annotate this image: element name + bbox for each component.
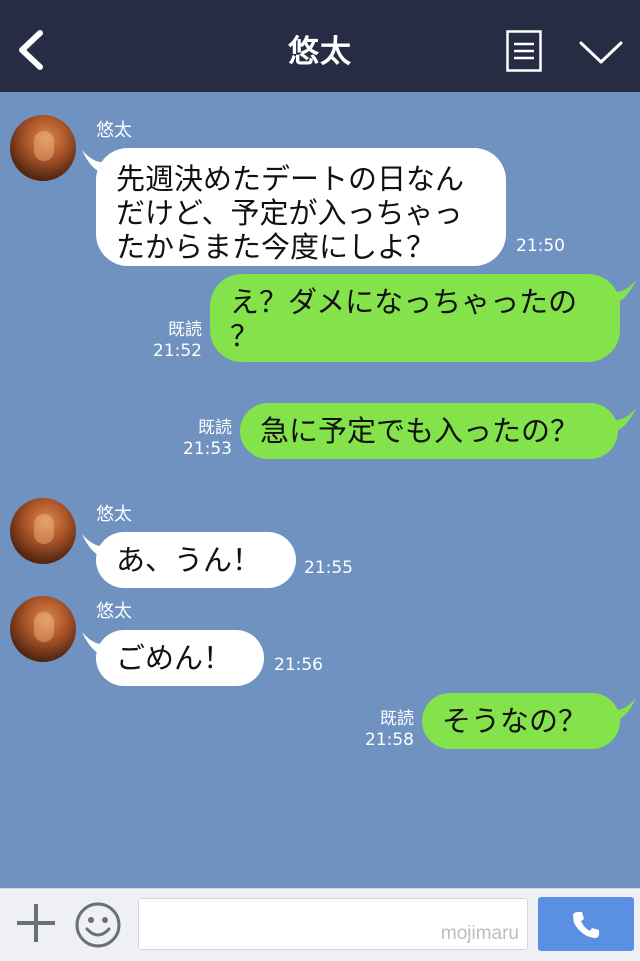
message-time: 21:53 bbox=[183, 439, 232, 459]
chat-header: 悠太 bbox=[0, 0, 640, 92]
sender-name: 悠太 bbox=[96, 504, 132, 525]
message-time: 21:56 bbox=[274, 655, 323, 675]
bubble-tail bbox=[612, 698, 636, 722]
chat-title: 悠太 bbox=[288, 34, 352, 70]
sender-name: 悠太 bbox=[96, 601, 132, 622]
message-time: 21:52 bbox=[153, 341, 202, 361]
list-icon[interactable] bbox=[506, 30, 542, 72]
message-bubble[interactable]: ごめん！ bbox=[96, 630, 264, 686]
read-receipt: 既読 bbox=[168, 320, 202, 340]
plus-icon[interactable] bbox=[14, 901, 58, 945]
avatar[interactable] bbox=[10, 596, 76, 662]
message-bubble[interactable]: 先週決めたデートの日なん だけど、予定が入っちゃっ たからまた今度にしよ？ bbox=[96, 148, 506, 266]
message-bubble[interactable]: そうなの？ bbox=[422, 693, 620, 749]
phone-icon bbox=[573, 912, 599, 938]
bubble-tail bbox=[612, 280, 636, 304]
avatar[interactable] bbox=[10, 498, 76, 564]
read-receipt: 既読 bbox=[198, 418, 232, 438]
sender-name: 悠太 bbox=[96, 120, 132, 141]
message-time: 21:58 bbox=[365, 730, 414, 750]
input-watermark: mojimaru bbox=[440, 923, 519, 944]
chevron-down-icon[interactable] bbox=[578, 38, 624, 68]
message-bubble[interactable]: え？ダメになっちゃったの ？ bbox=[210, 274, 620, 362]
read-receipt: 既読 bbox=[380, 709, 414, 729]
bubble-tail bbox=[612, 408, 636, 432]
message-meta: 既読 21:58 bbox=[362, 709, 414, 751]
message-time: 21:55 bbox=[304, 558, 353, 578]
message-bubble[interactable]: あ、うん！ bbox=[96, 532, 296, 588]
input-bar: mojimaru bbox=[0, 888, 640, 961]
smiley-icon[interactable] bbox=[74, 901, 122, 949]
message-list[interactable]: 悠太 先週決めたデートの日なん だけど、予定が入っちゃっ たからまた今度にしよ？… bbox=[0, 92, 640, 888]
message-meta: 既読 21:53 bbox=[180, 418, 232, 460]
message-meta: 既読 21:52 bbox=[150, 320, 202, 362]
message-input[interactable]: mojimaru bbox=[138, 898, 528, 950]
message-time: 21:50 bbox=[516, 236, 565, 256]
message-bubble[interactable]: 急に予定でも入ったの？ bbox=[240, 403, 618, 459]
avatar[interactable] bbox=[10, 115, 76, 181]
call-button[interactable] bbox=[538, 897, 634, 951]
